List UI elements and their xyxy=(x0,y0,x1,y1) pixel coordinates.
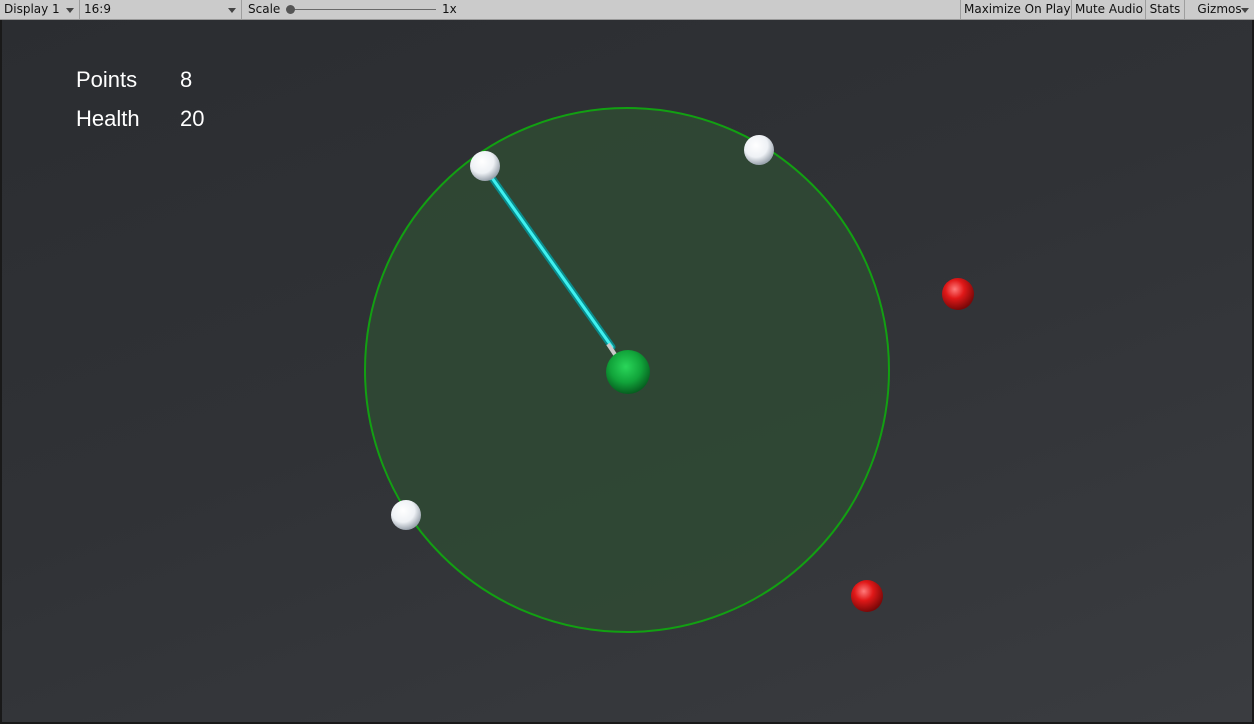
player-turret xyxy=(606,350,650,394)
chevron-down-icon xyxy=(1241,8,1249,13)
friendly-ball xyxy=(744,135,774,165)
game-viewport[interactable]: Points 8 Health 20 xyxy=(0,20,1254,724)
friendly-ball xyxy=(391,500,421,530)
display-dropdown-label: Display 1 xyxy=(4,2,60,16)
scale-label: Scale xyxy=(248,2,281,16)
maximize-on-play-button[interactable]: Maximize On Play xyxy=(960,0,1071,19)
aspect-ratio-label: 16:9 xyxy=(84,2,111,16)
slider-thumb-icon[interactable] xyxy=(286,5,295,14)
stats-button[interactable]: Stats xyxy=(1145,0,1184,19)
chevron-down-icon xyxy=(228,8,236,13)
enemy-ball xyxy=(942,278,974,310)
scale-value: 1x xyxy=(442,2,457,16)
chevron-down-icon xyxy=(66,8,74,13)
enemy-ball xyxy=(851,580,883,612)
gizmos-label: Gizmos xyxy=(1197,2,1242,16)
display-dropdown[interactable]: Display 1 xyxy=(0,0,80,19)
game-view-toolbar: Display 1 16:9 Scale 1x Maximize On Play… xyxy=(0,0,1254,20)
scale-slider-track[interactable] xyxy=(290,9,436,10)
gizmos-button[interactable]: Gizmos xyxy=(1184,0,1254,19)
points-label: Points xyxy=(76,67,138,92)
health-label: Health xyxy=(76,106,140,131)
aspect-ratio-dropdown[interactable]: 16:9 xyxy=(80,0,242,19)
friendly-ball xyxy=(470,151,500,181)
health-value: 20 xyxy=(180,106,205,131)
mute-audio-button[interactable]: Mute Audio xyxy=(1071,0,1145,19)
points-value: 8 xyxy=(180,67,193,92)
